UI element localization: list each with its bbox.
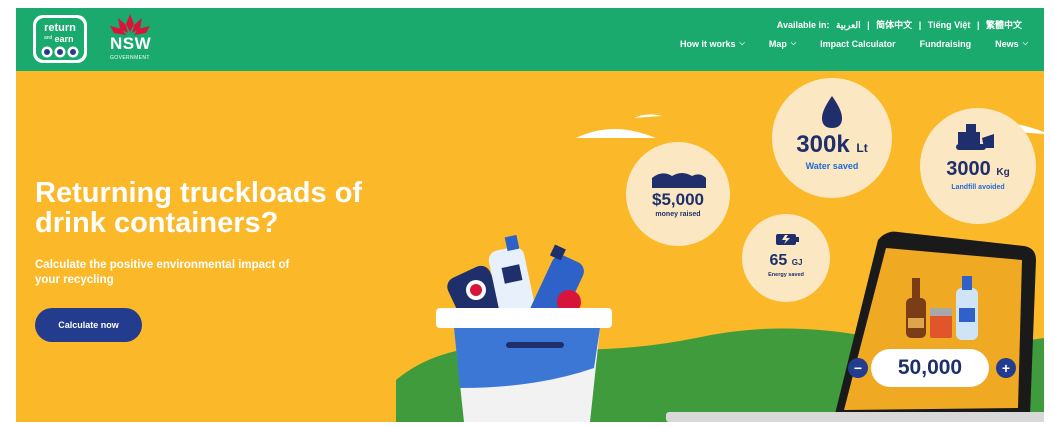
- landfill-label: Landfill avoided: [951, 184, 1005, 191]
- hero-subtitle: Calculate the positive environmental imp…: [35, 259, 290, 286]
- cloud-shape: [634, 114, 662, 118]
- money-icon: [652, 173, 706, 188]
- page-frame: return and earn NSW GOVERNMENT Available…: [16, 8, 1044, 422]
- water-unit: Lt: [856, 141, 868, 155]
- landfill-unit: Kg: [996, 167, 1010, 178]
- water-value: 300k: [796, 131, 850, 158]
- energy-stat: 65 GJ Energy saved: [746, 252, 826, 278]
- landfill-stat: 3000 Kg Landfill avoided: [926, 158, 1030, 191]
- energy-unit: GJ: [791, 258, 803, 267]
- energy-value: 65: [769, 252, 788, 269]
- water-stat: 300k Lt Water saved: [778, 131, 886, 172]
- water-label: Water saved: [805, 161, 859, 171]
- money-stat: $5,000 money raised: [636, 190, 720, 218]
- money-value: $5,000: [652, 190, 704, 209]
- recycling-box: [436, 308, 612, 422]
- hero-title: Returning truckloads of drink containers…: [35, 177, 363, 239]
- decrease-button[interactable]: −: [848, 358, 868, 378]
- increase-button[interactable]: +: [996, 358, 1016, 378]
- calculate-now-button[interactable]: Calculate now: [35, 308, 142, 342]
- money-label: money raised: [655, 211, 701, 218]
- energy-label: Energy saved: [768, 272, 804, 278]
- landfill-value: 3000: [946, 158, 991, 180]
- container-count-display: 50,000: [871, 349, 989, 387]
- cloud-shape: [576, 129, 656, 138]
- battery-icon: [776, 234, 799, 245]
